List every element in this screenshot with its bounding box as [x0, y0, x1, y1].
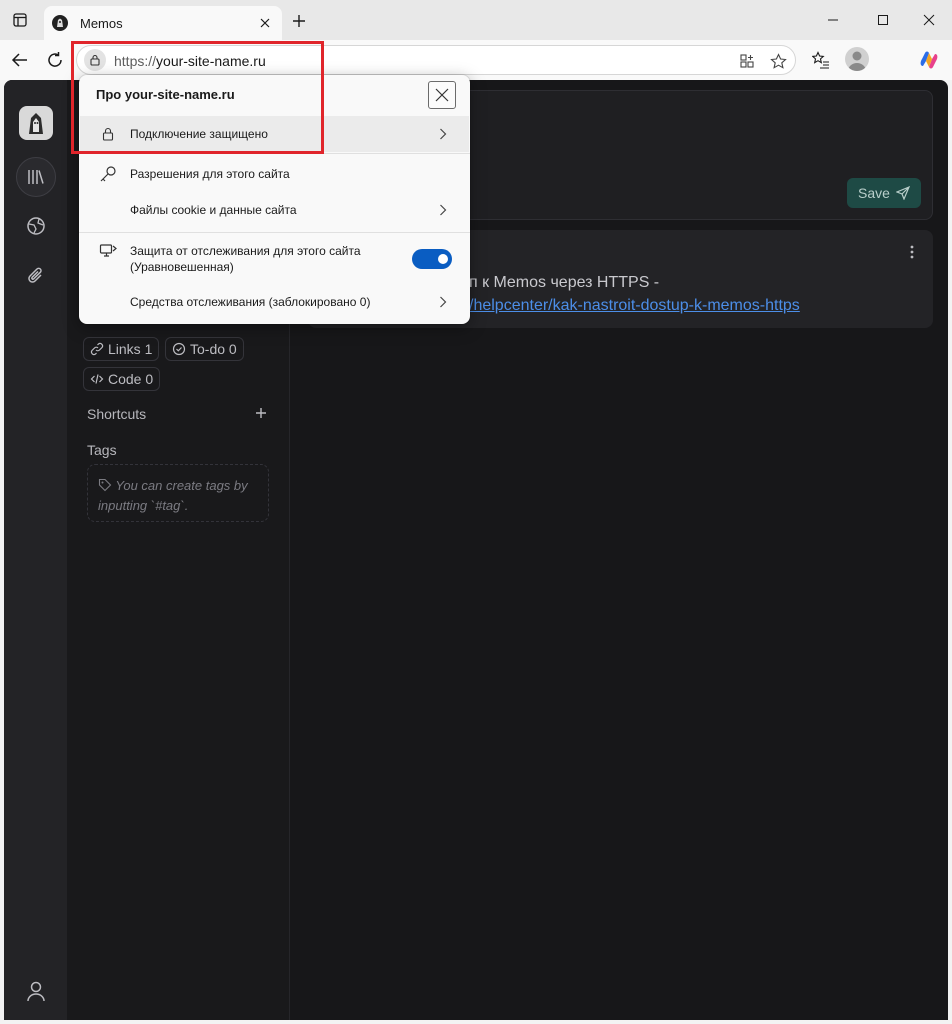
save-button-label: Save: [858, 185, 890, 201]
links-filter-label: Links 1: [108, 341, 153, 357]
site-permissions-item[interactable]: Разрешения для этого сайта: [80, 156, 469, 192]
paperclip-icon: [28, 267, 42, 283]
new-tab-button[interactable]: [288, 10, 310, 32]
tab-close-button[interactable]: [256, 14, 274, 32]
lock-icon: [98, 124, 118, 144]
tracking-prevention-icon: [98, 241, 118, 261]
tab-title: Memos: [80, 15, 123, 31]
plus-icon: [256, 408, 266, 418]
url-host: your-site-name.ru: [156, 53, 266, 69]
tag-icon: [98, 478, 112, 492]
reload-button[interactable]: [43, 48, 67, 72]
code-filter-chip[interactable]: Code 0: [83, 367, 161, 391]
user-icon: [848, 51, 866, 71]
chevron-right-icon: [436, 295, 450, 309]
minimize-button[interactable]: [818, 8, 848, 32]
favorites-button[interactable]: [809, 48, 833, 72]
popup-divider: [79, 232, 470, 233]
minimize-icon: [828, 19, 838, 21]
url-scheme: https://: [114, 53, 157, 69]
save-button[interactable]: Save: [847, 178, 921, 208]
site-info-popup: Про your-site-name.ru Подключение защище…: [79, 75, 470, 324]
connection-secure-item[interactable]: Подключение защищено: [80, 116, 469, 152]
send-icon: [895, 186, 910, 200]
address-bar[interactable]: https://your-site-name.ru: [76, 45, 796, 75]
trackers-label: Средства отслеживания (заблокировано 0): [130, 295, 371, 309]
links-filter-chip[interactable]: Links 1: [83, 337, 160, 361]
user-icon: [27, 981, 45, 1002]
todo-filter-label: To-do 0: [190, 341, 237, 357]
rail-resources-button[interactable]: [16, 256, 56, 296]
user-menu-button[interactable]: [23, 978, 49, 1004]
browser-toolbar: https://your-site-name.ru: [0, 40, 952, 80]
close-icon: [923, 14, 935, 26]
key-icon: [98, 164, 118, 184]
memos-logo-icon: [29, 113, 43, 134]
memos-logo[interactable]: [19, 106, 53, 140]
navigation-rail: [4, 80, 67, 1020]
memo-text: п к Memos через HTTPS -: [469, 274, 660, 291]
arrow-left-icon: [11, 53, 27, 67]
back-button[interactable]: [8, 48, 32, 72]
rail-explore-button[interactable]: [16, 206, 56, 246]
tab-actions-icon: [13, 13, 27, 27]
site-permissions-label: Разрешения для этого сайта: [130, 167, 290, 181]
maximize-icon: [878, 15, 888, 25]
popup-close-button[interactable]: [428, 81, 456, 109]
todo-filter-chip[interactable]: To-do 0: [165, 337, 244, 361]
globe-icon: [27, 217, 45, 235]
favorite-button[interactable]: [767, 50, 789, 72]
code-icon: [90, 374, 104, 384]
tags-hint-text: You can create tags by inputting `#tag`.: [98, 478, 248, 513]
library-icon: [28, 170, 44, 184]
code-filter-label: Code 0: [108, 371, 154, 387]
close-icon: [260, 18, 270, 28]
tracking-prevention-toggle[interactable]: [412, 249, 452, 269]
tracking-prevention-label: Защита от отслеживания для этого сайта (…: [130, 244, 361, 274]
chevron-right-icon: [436, 127, 450, 141]
shortcuts-heading: Shortcuts: [87, 406, 147, 422]
tab-actions-button[interactable]: [6, 8, 34, 32]
rail-home-button[interactable]: [16, 157, 56, 197]
add-shortcut-button[interactable]: [253, 405, 269, 421]
cookies-label: Файлы cookie и данные сайта: [130, 203, 297, 217]
site-info-button[interactable]: [84, 49, 106, 71]
tracking-prevention-item: Защита от отслеживания для этого сайта (…: [80, 238, 469, 280]
tab-strip: Memos: [0, 0, 952, 40]
tags-heading: Tags: [87, 442, 117, 458]
close-icon: [435, 88, 449, 102]
popup-title: Про your-site-name.ru: [96, 87, 235, 102]
chevron-right-icon: [436, 203, 450, 217]
memo-more-button[interactable]: [904, 242, 920, 262]
connection-secure-label: Подключение защищено: [130, 127, 268, 141]
reload-icon: [48, 52, 62, 67]
maximize-button[interactable]: [868, 8, 898, 32]
memo-link[interactable]: /helpcenter/kak-nastroit-dostup-k-memos-…: [469, 297, 800, 315]
copilot-button[interactable]: [917, 48, 941, 72]
link-icon: [90, 342, 104, 356]
lock-icon: [90, 54, 100, 66]
app-available-button[interactable]: [736, 50, 758, 72]
more-vertical-icon: [910, 245, 914, 259]
tags-empty-hint: You can create tags by inputting `#tag`.: [87, 464, 269, 522]
apps-icon: [740, 54, 754, 68]
tab-memos[interactable]: Memos: [44, 6, 282, 40]
favorites-list-icon: [812, 51, 829, 69]
close-window-button[interactable]: [914, 8, 944, 32]
profile-avatar[interactable]: [845, 47, 869, 71]
star-icon: [769, 52, 787, 69]
plus-icon: [293, 15, 305, 27]
url-text: https://your-site-name.ru: [114, 53, 266, 69]
trackers-item[interactable]: Средства отслеживания (заблокировано 0): [80, 284, 469, 320]
popup-divider: [79, 153, 470, 154]
toggle-knob: [438, 254, 448, 264]
memos-favicon-icon: [52, 15, 68, 31]
check-circle-icon: [172, 342, 186, 356]
copilot-icon: [920, 51, 938, 69]
cookies-item[interactable]: Файлы cookie и данные сайта: [80, 192, 469, 228]
